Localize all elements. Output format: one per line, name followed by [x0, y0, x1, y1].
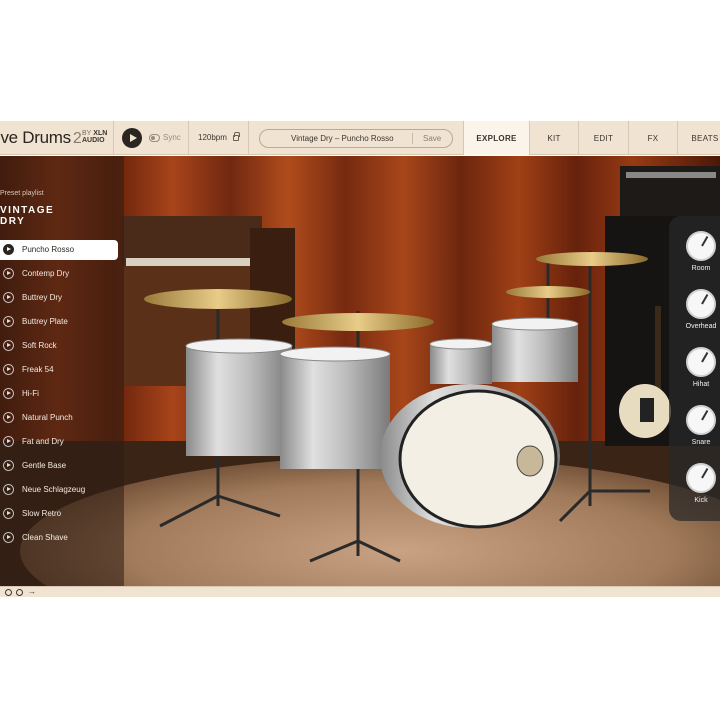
preset-item-label: Neue Schlagzeug — [22, 485, 86, 494]
playlist-title: VINTAGE DRY — [0, 205, 55, 227]
preset-item-label: Freak 54 — [22, 365, 54, 374]
play-circle-icon[interactable] — [3, 532, 14, 543]
preset-item[interactable]: Neue Schlagzeug — [0, 480, 118, 500]
play-circle-icon[interactable] — [3, 436, 14, 447]
preset-item-label: Buttrey Dry — [22, 293, 63, 302]
toolbar-divider — [248, 121, 249, 155]
preset-item-label: Puncho Rosso — [22, 245, 75, 254]
preset-item-label: Clean Shave — [22, 533, 68, 542]
preset-item-label: Slow Retro — [22, 509, 62, 518]
current-preset-name: Vintage Dry – Puncho Rosso — [291, 134, 394, 143]
sync-toggle-icon[interactable] — [149, 134, 160, 142]
tab-explore[interactable]: EXPLORE — [463, 121, 529, 155]
toolbar-divider — [113, 121, 114, 155]
play-circle-icon[interactable] — [3, 268, 14, 279]
save-button[interactable]: Save — [423, 134, 441, 143]
preset-divider — [412, 133, 413, 144]
sync-label: Sync — [163, 133, 181, 142]
app-version: 2 — [72, 130, 82, 147]
lock-icon[interactable] — [233, 132, 240, 141]
play-circle-icon[interactable] — [3, 460, 14, 471]
play-circle-icon[interactable] — [3, 508, 14, 519]
preset-item-label: Fat and Dry — [22, 437, 64, 446]
preset-item-label: Hi-Fi — [22, 389, 39, 398]
top-toolbar: ive Drums 2 BY XLN AUDIO Sync 120bpm Vinta… — [0, 121, 720, 155]
preset-item[interactable]: Soft Rock — [0, 336, 118, 356]
tab-fx[interactable]: FX — [628, 121, 677, 155]
preset-item[interactable]: Buttrey Plate — [0, 312, 118, 332]
tab-kit[interactable]: KIT — [529, 121, 578, 155]
play-circle-icon[interactable] — [3, 316, 14, 327]
play-circle-icon[interactable] — [3, 388, 14, 399]
bottom-bar: → — [0, 586, 720, 597]
volume-knob-hihat[interactable] — [686, 347, 716, 377]
preset-item-label: Natural Punch — [22, 413, 73, 422]
knob-label: Room — [691, 265, 711, 272]
volume-knob-snare[interactable] — [686, 405, 716, 435]
preset-selector[interactable]: Vintage Dry – Puncho Rosso Save — [259, 129, 453, 148]
toolbar-divider — [188, 121, 189, 155]
play-circle-icon[interactable] — [3, 412, 14, 423]
drum-kit-stage: Preset playlist VINTAGE DRY Puncho Rosso C… — [0, 156, 720, 586]
preset-item-label: Contemp Dry — [22, 269, 70, 278]
knob-label: Snare — [691, 439, 711, 446]
knob-label: Hihat — [692, 381, 710, 388]
play-circle-icon[interactable] — [3, 364, 14, 375]
preset-item-label: Soft Rock — [22, 341, 57, 350]
preset-item[interactable]: Gentle Base — [0, 456, 118, 476]
preset-item-label: Gentle Base — [22, 461, 67, 470]
preset-item[interactable]: Contemp Dry — [0, 264, 118, 284]
preset-item[interactable]: Slow Retro — [0, 504, 118, 524]
preset-item[interactable]: Hi-Fi — [0, 384, 118, 404]
volume-knob-overhead[interactable] — [686, 289, 716, 319]
midi-icon[interactable] — [5, 589, 12, 596]
preset-item[interactable]: Puncho Rosso — [0, 240, 118, 260]
knob-label: Overhead — [685, 323, 717, 330]
preset-item[interactable]: Freak 54 — [0, 360, 118, 380]
vendor-logo: BY XLN AUDIO — [82, 130, 108, 144]
play-circle-icon[interactable] — [3, 484, 14, 495]
preset-item-label: Buttrey Plate — [22, 317, 68, 326]
play-circle-icon[interactable] — [3, 292, 14, 303]
preset-item[interactable]: Clean Shave — [0, 528, 118, 548]
play-circle-icon[interactable] — [3, 340, 14, 351]
mixer-panel: Room Overhead Hihat Snare Kick — [669, 216, 720, 521]
play-button[interactable] — [122, 128, 142, 148]
preset-item[interactable]: Buttrey Dry — [0, 288, 118, 308]
volume-knob-room[interactable] — [686, 231, 716, 261]
arrow-right-icon[interactable]: → — [28, 587, 36, 597]
preset-playlist-panel: Preset playlist VINTAGE DRY Puncho Rosso C… — [0, 156, 124, 586]
tempo-display[interactable]: 120bpm — [198, 133, 227, 142]
knob-label: Kick — [694, 497, 708, 504]
play-circle-icon[interactable] — [3, 244, 14, 255]
app-window: ive Drums 2 BY XLN AUDIO Sync 120bpm Vinta… — [0, 121, 720, 597]
app-title: ive Drums 2 — [0, 128, 82, 147]
preset-item[interactable]: Natural Punch — [0, 408, 118, 428]
tab-beats[interactable]: BEATS — [677, 121, 720, 155]
volume-knob-kick[interactable] — [686, 463, 716, 493]
preset-item[interactable]: Fat and Dry — [0, 432, 118, 452]
link-icon[interactable] — [16, 589, 23, 596]
tab-edit[interactable]: EDIT — [578, 121, 628, 155]
playlist-label: Preset playlist — [0, 190, 44, 197]
